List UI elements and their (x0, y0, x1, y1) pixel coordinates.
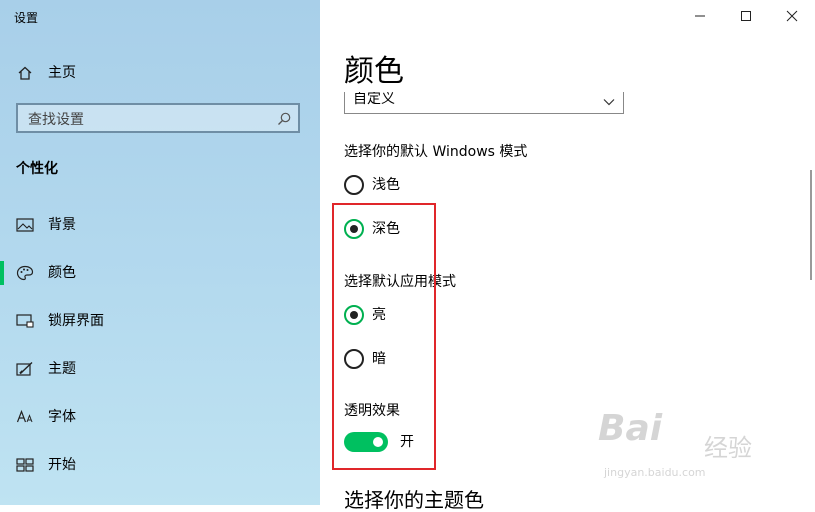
search-icon[interactable] (276, 111, 292, 127)
minimize-icon (694, 7, 706, 26)
scrollbar-thumb[interactable] (810, 170, 812, 280)
home-icon (16, 65, 34, 81)
maximize-icon (740, 7, 752, 26)
sidebar-item-label: 开始 (48, 457, 76, 473)
font-icon (16, 409, 34, 425)
search-box[interactable] (16, 103, 300, 133)
page-title: 颜色 (344, 54, 404, 89)
active-indicator (0, 261, 4, 285)
dropdown-value: 自定义 (353, 92, 395, 107)
watermark-site: 经验 (704, 434, 752, 462)
main-panel: 颜色 自定义 选择你的默认 Windows 模式 浅色 深色 选择默认应用模式 … (320, 0, 815, 512)
nav-home[interactable]: 主页 (0, 53, 320, 93)
radio-label: 浅色 (372, 177, 400, 193)
image-icon (16, 217, 34, 233)
sidebar-item-label: 主题 (48, 361, 76, 377)
palette-icon (16, 265, 34, 281)
section-title: 个性化 (16, 161, 58, 177)
minimize-button[interactable] (684, 4, 716, 28)
windows-mode-label: 选择你的默认 Windows 模式 (344, 144, 528, 160)
highlight-box (332, 203, 436, 470)
theme-icon (16, 361, 34, 377)
window-title: 设置 (14, 11, 39, 25)
radio-circle (344, 175, 364, 195)
sidebar-item-label: 字体 (48, 409, 76, 425)
sidebar-item-label: 背景 (48, 217, 76, 233)
nav-home-label: 主页 (48, 65, 76, 81)
sidebar-item-fonts[interactable]: 字体 (0, 397, 320, 437)
sidebar-item-lock-screen[interactable]: 锁屏界面 (0, 301, 320, 341)
chevron-down-icon (603, 92, 615, 111)
watermark-brand: Bai (598, 408, 663, 449)
sidebar-item-colors[interactable]: 颜色 (0, 253, 320, 293)
accent-color-heading: 选择你的主题色 (344, 488, 484, 512)
radio-windows-light[interactable]: 浅色 (344, 174, 464, 196)
maximize-button[interactable] (730, 4, 762, 28)
sidebar-item-label: 锁屏界面 (48, 313, 104, 329)
sidebar-item-background[interactable]: 背景 (0, 205, 320, 245)
sidebar-item-themes[interactable]: 主题 (0, 349, 320, 389)
watermark: Bai 经验 jingyan.baidu.com (598, 408, 798, 488)
watermark-url: jingyan.baidu.com (604, 466, 706, 479)
lock-screen-icon (16, 313, 34, 329)
sidebar-item-label: 颜色 (48, 265, 76, 281)
start-icon (16, 457, 34, 473)
sidebar-item-start[interactable]: 开始 (0, 445, 320, 485)
sidebar: 设置 主页 个性化 背景 颜色 锁屏界面 主题 (0, 0, 320, 505)
search-input[interactable] (26, 109, 270, 131)
color-mode-dropdown[interactable]: 自定义 (344, 92, 624, 114)
close-icon (786, 7, 798, 26)
close-button[interactable] (776, 4, 808, 28)
